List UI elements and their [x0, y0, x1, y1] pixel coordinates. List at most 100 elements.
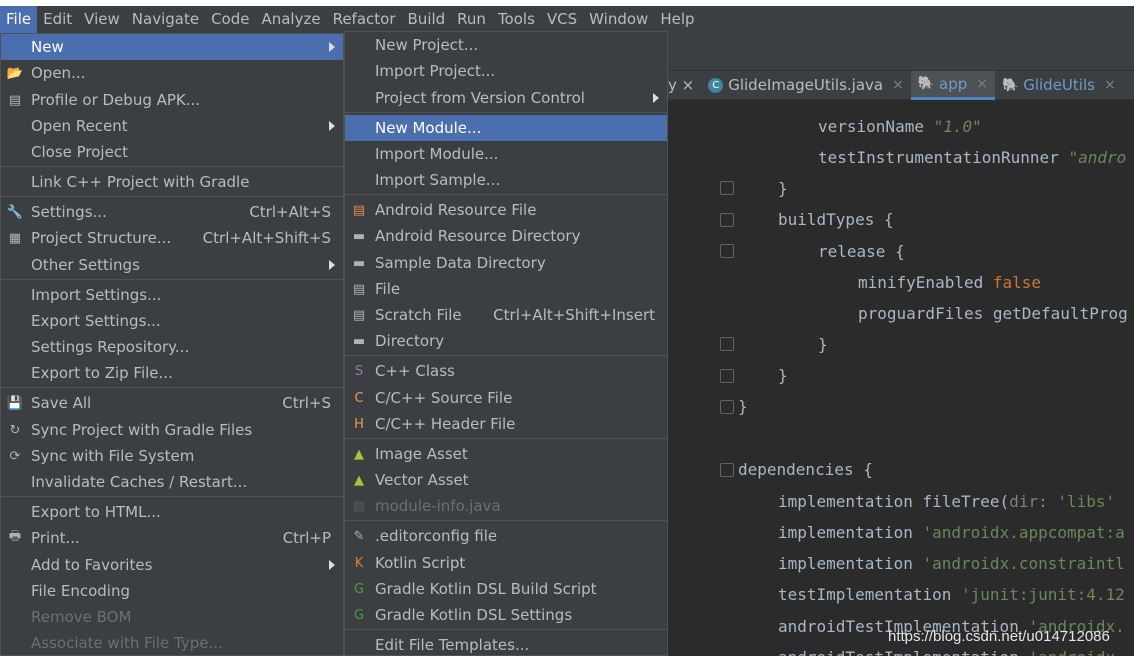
shortcut-label: Ctrl+Alt+Shift+Insert	[493, 306, 655, 324]
menu-item-import-sample[interactable]: Import Sample...	[345, 167, 667, 193]
menu-item-new-module[interactable]: New Module...	[345, 115, 667, 141]
menu-item-android-resource-file[interactable]: ▤ Android Resource File	[345, 197, 667, 223]
menu-item-save-all[interactable]: 💾 Save All Ctrl+S	[1, 390, 343, 416]
tab-app[interactable]: 🐘 app ×	[910, 70, 996, 100]
menu-item-new[interactable]: New	[1, 34, 343, 60]
gradle-icon: 🐘	[917, 76, 935, 91]
fold-marker[interactable]	[720, 181, 734, 195]
menu-separator	[345, 438, 667, 439]
menu-item-import-module[interactable]: Import Module...	[345, 141, 667, 167]
code-editor[interactable]: versionName "1.0" testInstrumentationRun…	[668, 101, 1134, 656]
menu-file[interactable]: File	[0, 6, 38, 33]
tab-glide-utils[interactable]: 🐘 GlideUtils ×	[995, 71, 1123, 100]
menu-view[interactable]: View	[78, 6, 126, 33]
menu-item-c-c-source-file[interactable]: C C/C++ Source File	[345, 385, 667, 411]
menu-item-gradle-kotlin-dsl-settings[interactable]: G Gradle Kotlin DSL Settings	[345, 602, 667, 628]
print-icon: 🖶	[8, 529, 22, 544]
watermark: https://blog.csdn.net/u014712086	[888, 628, 1110, 645]
fold-marker[interactable]	[720, 369, 734, 383]
menu-item-other-settings[interactable]: Other Settings	[1, 252, 343, 278]
tab-glide-image-utils[interactable]: C GlideImageUtils.java ×	[701, 71, 911, 100]
menu-navigate[interactable]: Navigate	[126, 6, 205, 33]
menu-item-import-settings[interactable]: Import Settings...	[1, 282, 343, 308]
menu-item-file[interactable]: ▤ File	[345, 276, 667, 302]
menu-item-export-settings[interactable]: Export Settings...	[1, 308, 343, 334]
menu-item-export-to-zip-file[interactable]: Export to Zip File...	[1, 360, 343, 386]
wrench-icon: 🔧	[6, 204, 24, 220]
menu-item-sync-project-with-gradle-files[interactable]: ↻ Sync Project with Gradle Files	[1, 417, 343, 443]
menu-separator	[1, 279, 343, 280]
submenu-arrow-icon	[329, 260, 335, 270]
menu-item-kotlin-script[interactable]: K Kotlin Script	[345, 550, 667, 576]
menu-item-link-c-project-with-gradle[interactable]: Link C++ Project with Gradle	[1, 169, 343, 195]
menu-item-add-to-favorites[interactable]: Add to Favorites	[1, 552, 343, 578]
menu-item-import-project[interactable]: Import Project...	[345, 58, 667, 84]
code-line: implementation 'androidx.appcompat:a	[778, 523, 1125, 542]
menu-item-label: Sync with File System	[31, 447, 195, 465]
menu-tools[interactable]: Tools	[492, 6, 541, 33]
tab-label: GlideUtils	[1023, 76, 1095, 94]
menu-item-editorconfig-file[interactable]: ✎ .editorconfig file	[345, 523, 667, 549]
tab-label: app	[939, 74, 968, 93]
fold-marker[interactable]	[720, 244, 734, 258]
menu-item-open[interactable]: 📂 Open...	[1, 60, 343, 86]
fold-marker[interactable]	[720, 463, 734, 477]
menu-item-c-c-header-file[interactable]: H C/C++ Header File	[345, 411, 667, 437]
menu-item-file-encoding[interactable]: File Encoding	[1, 578, 343, 604]
menu-item-gradle-kotlin-dsl-build-script[interactable]: G Gradle Kotlin DSL Build Script	[345, 576, 667, 602]
menu-run[interactable]: Run	[451, 6, 492, 33]
code-line: }	[818, 335, 828, 354]
menu-item-label: Settings...	[31, 203, 107, 221]
menu-item-sync-with-file-system[interactable]: ⟳ Sync with File System	[1, 443, 343, 469]
android-icon: ▲	[354, 446, 364, 462]
menu-item-close-project[interactable]: Close Project	[1, 139, 343, 165]
menu-item-project-from-version-control[interactable]: Project from Version Control	[345, 85, 667, 111]
menu-item-profile-or-debug-apk[interactable]: ▤ Profile or Debug APK...	[1, 87, 343, 113]
menu-item-sample-data-directory[interactable]: ▬ Sample Data Directory	[345, 250, 667, 276]
menu-item-settings[interactable]: 🔧 Settings... Ctrl+Alt+S	[1, 199, 343, 225]
menu-help[interactable]: Help	[654, 6, 700, 33]
menu-item-new-project[interactable]: New Project...	[345, 32, 667, 58]
menu-item-settings-repository[interactable]: Settings Repository...	[1, 334, 343, 360]
scratch-file-icon: ▤	[352, 307, 366, 323]
menu-code[interactable]: Code	[205, 6, 255, 33]
close-icon[interactable]: ×	[892, 77, 904, 93]
menu-item-label: Export to Zip File...	[31, 364, 173, 382]
menu-item-associate-with-file-type: Associate with File Type...	[1, 630, 343, 656]
menu-item-label: module-info.java	[375, 497, 501, 515]
menu-edit[interactable]: Edit	[37, 6, 78, 33]
folder-open-icon: 📂	[6, 65, 24, 81]
close-icon[interactable]: ×	[976, 76, 988, 92]
menu-window[interactable]: Window	[583, 6, 654, 33]
menu-item-export-to-html[interactable]: Export to HTML...	[1, 499, 343, 525]
tab-label: GlideImageUtils.java	[728, 76, 884, 94]
menu-item-project-structure[interactable]: ▦ Project Structure... Ctrl+Alt+Shift+S	[1, 225, 343, 251]
menu-item-label: Export to HTML...	[31, 503, 161, 521]
menu-item-scratch-file[interactable]: ▤ Scratch File Ctrl+Alt+Shift+Insert	[345, 302, 667, 328]
fold-marker[interactable]	[720, 337, 734, 351]
menu-item-print[interactable]: 🖶 Print... Ctrl+P	[1, 525, 343, 551]
menu-item-c-class[interactable]: S C++ Class	[345, 358, 667, 384]
menu-item-label: New Project...	[375, 36, 479, 54]
menu-separator	[1, 387, 343, 388]
fold-marker[interactable]	[720, 400, 734, 414]
menu-item-vector-asset[interactable]: ▲ Vector Asset	[345, 467, 667, 493]
fold-marker[interactable]	[720, 213, 734, 227]
menu-analyze[interactable]: Analyze	[255, 6, 326, 33]
save-icon: 💾	[6, 395, 24, 411]
menu-item-android-resource-directory[interactable]: ▬ Android Resource Directory	[345, 223, 667, 249]
menu-item-label: Project from Version Control	[375, 89, 585, 107]
code-line: buildTypes {	[778, 210, 894, 229]
menu-refactor[interactable]: Refactor	[327, 6, 402, 33]
menu-item-invalidate-caches-restart[interactable]: Invalidate Caches / Restart...	[1, 469, 343, 495]
tab-partial[interactable]: y ×	[668, 71, 701, 100]
code-line: implementation fileTree(dir: 'libs'	[778, 492, 1116, 511]
menu-item-open-recent[interactable]: Open Recent	[1, 113, 343, 139]
close-icon[interactable]: ×	[1104, 77, 1116, 93]
menu-item-image-asset[interactable]: ▲ Image Asset	[345, 441, 667, 467]
menu-build[interactable]: Build	[402, 6, 452, 33]
menu-item-directory[interactable]: ▬ Directory	[345, 328, 667, 354]
menu-vcs[interactable]: VCS	[541, 6, 583, 33]
code-line: minifyEnabled false	[858, 273, 1042, 292]
menu-item-edit-file-templates[interactable]: Edit File Templates...	[345, 632, 667, 656]
